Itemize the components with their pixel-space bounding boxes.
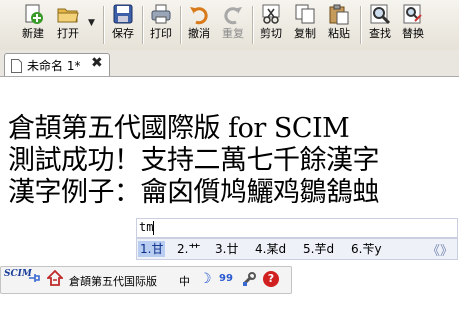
toolbar-separator xyxy=(180,6,182,44)
copy-icon xyxy=(294,3,316,25)
scim-logo[interactable]: SCIM xyxy=(4,269,32,291)
tab-title: 未命名 1* xyxy=(27,59,81,73)
tab-strip: 未命名 1* ✖ xyxy=(0,50,459,77)
save-icon xyxy=(112,3,134,25)
paste-label: 粘贴 xyxy=(328,27,350,40)
print-label: 打印 xyxy=(150,27,172,40)
close-icon[interactable]: ✖ xyxy=(91,55,103,71)
ime-candidate[interactable]: 4.某d xyxy=(255,241,286,257)
open-button[interactable]: 打开 xyxy=(54,3,82,47)
folder-icon xyxy=(57,3,79,25)
redo-button[interactable]: 重复 xyxy=(220,3,246,47)
toolbar-separator xyxy=(103,6,105,44)
scissors-icon xyxy=(260,3,282,25)
help-icon[interactable]: ? xyxy=(263,271,279,287)
editor-line: 倉頡第五代國際版 for SCIM xyxy=(8,113,350,144)
next-page-icon[interactable]: 》 xyxy=(440,244,453,259)
ime-candidate-list: 1.甘 2.艹 3.廿 4.某d 5.芋d 6.苄y 《》 xyxy=(136,238,458,260)
punctuation-icon[interactable]: 99 xyxy=(219,273,233,284)
input-method-name[interactable]: 倉頡第五代国际版 xyxy=(69,273,157,289)
ime-candidate[interactable]: 3.廿 xyxy=(215,241,238,257)
copy-label: 复制 xyxy=(294,27,316,40)
save-button[interactable]: 保存 xyxy=(110,3,136,47)
editor-line: 測試成功！支持二萬七千餘漢字 xyxy=(8,145,380,176)
redo-label: 重复 xyxy=(222,27,244,40)
ime-preedit-text: tm xyxy=(139,220,154,234)
ime-candidate[interactable]: 6.苄y xyxy=(351,241,382,257)
redo-icon xyxy=(222,3,244,25)
cangjie-icon xyxy=(45,269,65,289)
paste-icon xyxy=(328,3,350,25)
open-label: 打开 xyxy=(57,27,79,40)
toolbar: 新建 打开 ▼ 保存 打印 撤消 重复 剪切 复制 粘贴 查找 替换 xyxy=(0,0,459,51)
copy-button[interactable]: 复制 xyxy=(292,3,318,47)
new-document-icon xyxy=(22,3,44,25)
editor-bottom-area xyxy=(0,300,459,318)
tab-document[interactable]: 未命名 1* ✖ xyxy=(4,53,110,76)
find-label: 查找 xyxy=(369,27,391,40)
find-button[interactable]: 查找 xyxy=(367,3,393,47)
replace-label: 替换 xyxy=(402,27,424,40)
document-icon xyxy=(11,58,22,73)
undo-button[interactable]: 撤消 xyxy=(186,3,212,47)
undo-icon xyxy=(188,3,210,25)
open-dropdown-icon[interactable]: ▼ xyxy=(88,18,95,28)
prev-page-icon[interactable]: 《 xyxy=(427,244,440,259)
new-button[interactable]: 新建 xyxy=(20,3,46,47)
half-width-icon[interactable]: ☽ xyxy=(199,271,212,287)
magnifier-icon xyxy=(369,3,391,25)
ime-candidate[interactable]: 5.芋d xyxy=(303,241,334,257)
pin-icon[interactable] xyxy=(27,270,41,289)
toolbar-separator xyxy=(142,6,144,44)
new-label: 新建 xyxy=(22,27,44,40)
ime-caret xyxy=(153,221,154,235)
ime-candidate[interactable]: 1.甘 xyxy=(138,241,166,257)
ime-candidate[interactable]: 2.艹 xyxy=(177,241,200,257)
find-replace-icon xyxy=(402,3,424,25)
toolbar-separator xyxy=(252,6,254,44)
ime-preedit: tm xyxy=(136,218,458,238)
language-mode[interactable]: 中 xyxy=(179,273,190,289)
page-arrows: 《》 xyxy=(427,240,453,259)
ime-status-bar: SCIM 倉頡第五代国际版 中 ☽ 99 ? xyxy=(0,266,292,294)
save-label: 保存 xyxy=(112,27,134,40)
cut-button[interactable]: 剪切 xyxy=(258,3,284,47)
cut-label: 剪切 xyxy=(260,27,282,40)
toolbar-separator xyxy=(360,6,362,44)
editor-line: 漢字例子：龠囟儨鸠鱺鸡鶵鵨䖵 xyxy=(8,177,380,208)
setup-icon[interactable] xyxy=(241,271,257,290)
undo-label: 撤消 xyxy=(188,27,210,40)
printer-icon xyxy=(150,3,172,25)
paste-button[interactable]: 粘贴 xyxy=(326,3,352,47)
print-button[interactable]: 打印 xyxy=(148,3,174,47)
replace-button[interactable]: 替换 xyxy=(400,3,426,47)
